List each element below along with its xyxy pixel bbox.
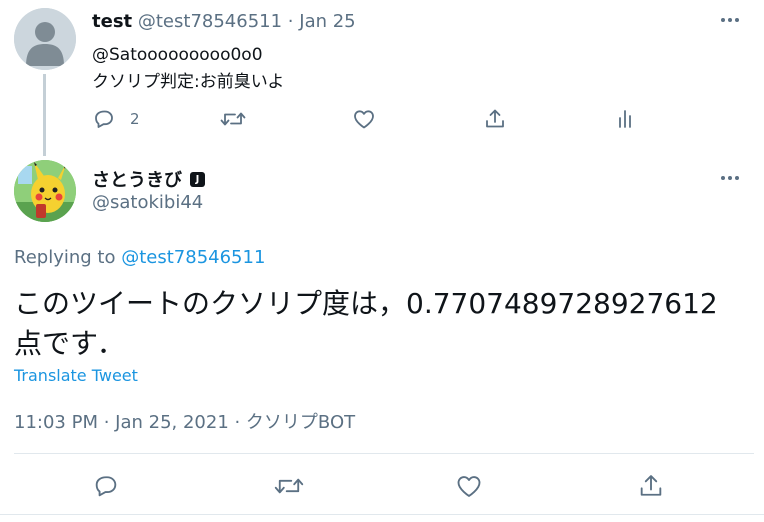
replying-to-handle[interactable]: @test78546511 bbox=[121, 247, 265, 268]
parent-share-button[interactable] bbox=[483, 107, 507, 131]
parent-like-button[interactable] bbox=[352, 107, 376, 131]
pikachu-avatar bbox=[14, 160, 76, 222]
analytics-icon bbox=[619, 110, 631, 128]
share-icon bbox=[640, 475, 662, 496]
bottom-divider bbox=[0, 514, 764, 515]
parent-handle[interactable]: @test78546511 bbox=[138, 11, 282, 32]
parent-tweet-text: @Satooooooooo0o0 クソリプ判定:お前臭いよ bbox=[92, 42, 284, 96]
heart-icon bbox=[354, 110, 374, 129]
main-text-line-1: このツイートのクソリプ度は，0.7707489728927612 bbox=[14, 287, 718, 320]
parent-date[interactable]: Jan 25 bbox=[299, 11, 355, 32]
retweet-icon bbox=[220, 112, 246, 126]
main-more-button[interactable] bbox=[718, 166, 742, 190]
tweet-timestamp-source[interactable]: 11:03 PM · Jan 25, 2021 · クソリプBOT bbox=[14, 408, 355, 434]
parent-retweet-button[interactable] bbox=[220, 107, 246, 131]
main-retweet-button[interactable] bbox=[274, 472, 304, 500]
replying-to: Replying to @test78546511 bbox=[14, 247, 265, 268]
parent-more-button[interactable] bbox=[718, 8, 742, 32]
main-tweet-text: このツイートのクソリプ度は，0.7707489728927612 点です． bbox=[14, 284, 754, 364]
reply-icon bbox=[95, 476, 117, 497]
main-reply-button[interactable] bbox=[92, 472, 120, 500]
label-badge: J bbox=[190, 171, 205, 187]
share-icon bbox=[486, 109, 504, 128]
thread-connector-line bbox=[43, 74, 46, 156]
main-name-row: さとうきび J bbox=[92, 166, 205, 192]
parent-analytics-button[interactable] bbox=[614, 107, 638, 131]
reply-icon bbox=[95, 110, 113, 128]
more-horizontal-icon bbox=[721, 18, 739, 22]
translate-tweet-link[interactable]: Translate Tweet bbox=[14, 366, 138, 385]
default-person-icon bbox=[14, 8, 76, 70]
main-text-line-2: 点です． bbox=[14, 327, 125, 360]
header-separator: · bbox=[287, 11, 294, 32]
main-avatar[interactable] bbox=[14, 160, 76, 222]
parent-reply-count: 2 bbox=[130, 110, 140, 128]
parent-avatar[interactable] bbox=[14, 8, 76, 70]
parent-reply-button[interactable]: 2 bbox=[92, 107, 140, 131]
divider bbox=[14, 453, 754, 454]
replying-to-label: Replying to bbox=[14, 247, 116, 268]
main-share-button[interactable] bbox=[637, 472, 665, 500]
main-handle[interactable]: @satokibi44 bbox=[92, 192, 203, 213]
heart-icon bbox=[457, 476, 481, 497]
parent-text-mention[interactable]: @Satooooooooo0o0 bbox=[92, 42, 284, 69]
parent-text-body: クソリプ判定:お前臭いよ bbox=[92, 72, 285, 92]
retweet-icon bbox=[274, 478, 304, 494]
main-like-button[interactable] bbox=[455, 472, 483, 500]
more-horizontal-icon bbox=[721, 176, 739, 180]
parent-tweet-header: test @test78546511 · Jan 25 bbox=[92, 11, 356, 32]
main-display-name[interactable]: さとうきび bbox=[92, 166, 182, 192]
parent-display-name[interactable]: test bbox=[92, 11, 132, 32]
